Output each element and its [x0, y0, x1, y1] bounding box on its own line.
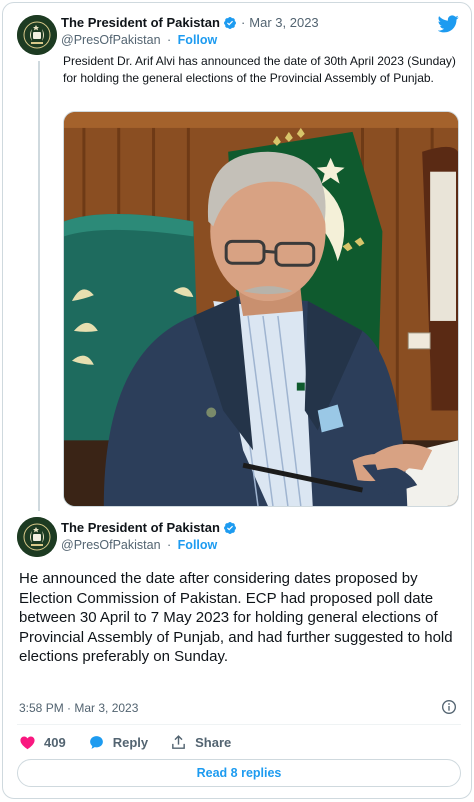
tweet-date[interactable]: Mar 3, 2023: [249, 15, 318, 30]
verified-badge-icon: [223, 521, 237, 535]
heart-icon: [20, 736, 35, 750]
share-button[interactable]: Share: [170, 734, 231, 751]
share-icon: [172, 735, 185, 749]
separator: ·: [240, 15, 246, 30]
tweet2-handle-row: @PresOfPakistan · Follow: [61, 538, 217, 552]
thread-connector-line: [38, 61, 40, 511]
tweet-timestamp[interactable]: 3:58 PM · Mar 3, 2023: [19, 701, 138, 715]
tweet1-text: President Dr. Arif Alvi has announced th…: [63, 54, 456, 85]
share-label: Share: [195, 735, 232, 750]
author-handle[interactable]: @PresOfPakistan: [61, 538, 161, 552]
read-replies-button[interactable]: Read 8 replies: [17, 759, 461, 787]
reply-button[interactable]: Reply: [88, 734, 148, 751]
follow-button[interactable]: Follow: [178, 538, 218, 552]
tweet-embed-card: The President of Pakistan · Mar 3, 2023 …: [2, 2, 472, 799]
like-count: 409: [44, 735, 66, 750]
tweet1-header: The President of Pakistan · Mar 3, 2023: [61, 15, 319, 30]
info-icon[interactable]: [441, 699, 457, 715]
separator: ·: [167, 33, 172, 47]
like-button[interactable]: 409: [19, 734, 66, 751]
author-name[interactable]: The President of Pakistan: [61, 15, 220, 30]
author-name[interactable]: The President of Pakistan: [61, 520, 220, 535]
divider: [17, 724, 461, 725]
president-signing-photo: [64, 112, 458, 506]
pakistan-emblem-icon: [17, 517, 57, 557]
follow-button[interactable]: Follow: [178, 33, 218, 47]
avatar[interactable]: [17, 15, 57, 55]
avatar[interactable]: [17, 517, 57, 557]
reply-bubble-icon: [89, 736, 103, 749]
twitter-bird-icon[interactable]: [438, 15, 459, 33]
reply-label: Reply: [112, 735, 149, 750]
tweet1-handle-row: @PresOfPakistan · Follow: [61, 33, 217, 47]
pakistan-emblem-icon: [17, 15, 57, 55]
tweet-photo[interactable]: [63, 111, 459, 507]
tweet-actions: 409 Reply Share: [19, 734, 253, 751]
verified-badge-icon: [223, 16, 237, 30]
separator: ·: [167, 538, 172, 552]
author-handle[interactable]: @PresOfPakistan: [61, 33, 161, 47]
tweet2-header: The President of Pakistan: [61, 520, 237, 535]
tweet2-text: He announced the date after considering …: [19, 570, 453, 665]
